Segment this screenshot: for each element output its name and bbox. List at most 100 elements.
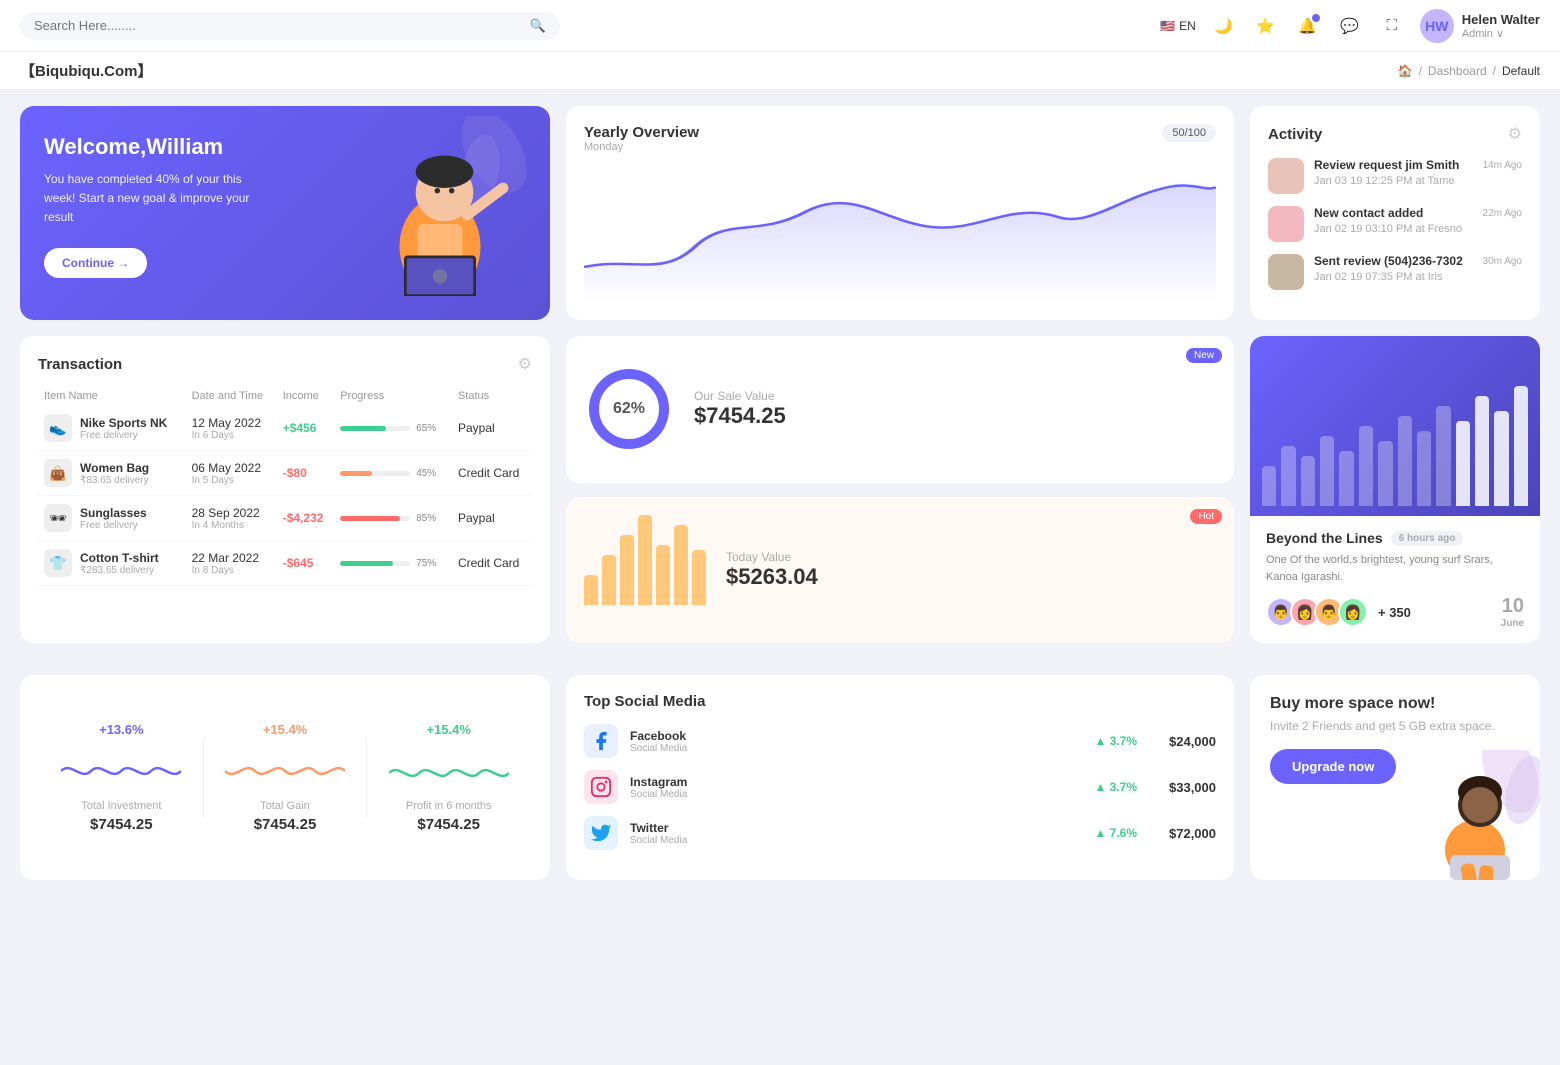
notification-bell[interactable]: 🔔: [1294, 12, 1322, 40]
today-bar: [602, 555, 616, 605]
beyond-desc: One Of the world,s brightest, young surf…: [1266, 552, 1524, 585]
today-badge: Hot: [1190, 509, 1222, 524]
stat-label: Profit in 6 months: [367, 800, 530, 812]
progress-label: 45%: [416, 468, 436, 479]
buy-desc: Invite 2 Friends and get 5 GB extra spac…: [1270, 719, 1520, 733]
beyond-bar: [1514, 386, 1528, 506]
social-list: Facebook Social Media ▲ 3.7% $24,000 Ins…: [584, 724, 1216, 850]
activity-settings-icon[interactable]: ⚙: [1508, 124, 1522, 144]
activity-list: Review request jim Smith Jan 03 19 12:25…: [1268, 158, 1522, 290]
beyond-card: Beyond the Lines 6 hours ago One Of the …: [1250, 336, 1540, 643]
breadcrumb-dashboard[interactable]: Dashboard: [1428, 64, 1487, 78]
beyond-bar: [1417, 431, 1431, 506]
income-cell: -$80: [277, 451, 334, 496]
social-growth: ▲ 7.6%: [699, 826, 1137, 840]
progress-fill: [340, 426, 386, 431]
transaction-settings-icon[interactable]: ⚙: [518, 354, 532, 374]
date-cell: 06 May 2022 In 5 Days: [186, 451, 277, 496]
sale-badge: New: [1186, 348, 1222, 363]
beyond-avatars: 👨 👩 👨 👩: [1266, 597, 1362, 627]
table-row: 👜 Women Bag ₹83.65 delivery 06 May 2022 …: [38, 451, 532, 496]
progress-cell: 45%: [334, 451, 452, 496]
social-item: Twitter Social Media ▲ 7.6% $72,000: [584, 816, 1216, 850]
yearly-badge: 50/100: [1162, 124, 1216, 142]
breadcrumb-sep1: /: [1419, 64, 1422, 78]
sale-cards: 62% Our Sale Value $7454.25 New Today Va…: [566, 336, 1234, 643]
star-icon[interactable]: ⭐: [1252, 12, 1280, 40]
stat-pct: +15.4%: [367, 722, 530, 737]
fullscreen-icon[interactable]: ⛶: [1378, 12, 1406, 40]
activity-title: Activity: [1268, 126, 1322, 143]
beyond-bar: [1320, 436, 1334, 506]
col-status: Status: [452, 386, 532, 406]
donut-label: 62%: [613, 400, 645, 418]
today-bar-chart: [584, 535, 706, 605]
transaction-thead: Item Name Date and Time Income Progress …: [38, 386, 532, 406]
social-title: Top Social Media: [584, 693, 1216, 710]
beyond-footer: 👨 👩 👨 👩 + 350 10 June: [1266, 595, 1524, 629]
beyond-bar: [1494, 411, 1508, 506]
continue-button[interactable]: Continue →: [44, 248, 147, 278]
item-icon: 👜: [44, 459, 72, 487]
upgrade-button[interactable]: Upgrade now: [1270, 749, 1396, 784]
activity-thumb: [1268, 206, 1304, 242]
social-sub: Social Media: [630, 835, 687, 846]
activity-item: Review request jim Smith Jan 03 19 12:25…: [1268, 158, 1522, 194]
progress-label: 65%: [416, 423, 436, 434]
main-grid: Welcome,William You have completed 40% o…: [0, 90, 1560, 675]
date-cell: 28 Sep 2022 In 4 Months: [186, 496, 277, 541]
item-date: 22 Mar 2022: [192, 551, 271, 565]
social-name: Instagram: [630, 775, 687, 789]
today-value-card: Today Value $5263.04 Hot: [566, 497, 1234, 644]
social-icon: [584, 724, 618, 758]
darkmode-toggle[interactable]: 🌙: [1210, 12, 1238, 40]
today-bar: [584, 575, 598, 605]
progress-fill: [340, 516, 400, 521]
beyond-chart: [1250, 336, 1540, 516]
beyond-bar: [1339, 451, 1353, 506]
social-sub: Social Media: [630, 743, 687, 754]
wavy-chart: [61, 753, 181, 789]
language-selector[interactable]: 🇺🇸 EN: [1160, 19, 1196, 33]
user-profile[interactable]: HW Helen Walter Admin ∨: [1420, 9, 1540, 43]
today-bar: [656, 545, 670, 605]
table-row: 🕶 Sunglasses Free delivery 28 Sep 2022 I…: [38, 496, 532, 541]
col-date: Date and Time: [186, 386, 277, 406]
yearly-title: Yearly Overview: [584, 124, 699, 141]
beyond-count: + 350: [1378, 605, 1411, 620]
user-role: Admin ∨: [1462, 27, 1540, 40]
stat-item: +13.6% Total Investment $7454.25: [40, 722, 203, 833]
welcome-illustration: [340, 116, 540, 296]
progress-label: 75%: [416, 558, 436, 569]
activity-item: Sent review (504)236-7302 Jan 02 19 07:3…: [1268, 254, 1522, 290]
yearly-sub: Monday: [584, 141, 699, 153]
yearly-overview-card: Yearly Overview Monday 50/100: [566, 106, 1234, 320]
beyond-bar: [1301, 456, 1315, 506]
activity-header: Activity ⚙: [1268, 124, 1522, 144]
avatar: HW: [1420, 9, 1454, 43]
beyond-title: Beyond the Lines 6 hours ago: [1266, 530, 1524, 546]
item-sub: ₹283.65 delivery: [80, 565, 159, 576]
activity-item-time: 30m Ago: [1483, 256, 1522, 267]
beyond-bar: [1378, 441, 1392, 506]
today-info: Today Value $5263.04: [726, 550, 818, 590]
col-progress: Progress: [334, 386, 452, 406]
wavy-chart: [389, 753, 509, 789]
beyond-bar: [1456, 421, 1470, 506]
topnav-right: 🇺🇸 EN 🌙 ⭐ 🔔 💬 ⛶ HW Helen Walter Admin ∨: [1160, 9, 1540, 43]
yearly-chart: [584, 167, 1216, 297]
social-name: Facebook: [630, 729, 687, 743]
transaction-table: Item Name Date and Time Income Progress …: [38, 386, 532, 586]
item-date-sub: In 5 Days: [192, 475, 271, 486]
breadcrumb-bar: 【Biqubiqu.Com】 🏠 / Dashboard / Default: [0, 52, 1560, 90]
beyond-info: Beyond the Lines 6 hours ago One Of the …: [1250, 516, 1540, 643]
income-cell: +$456: [277, 406, 334, 451]
search-bar[interactable]: 🔍: [20, 12, 560, 40]
avatar-4: 👩: [1338, 597, 1368, 627]
chat-icon[interactable]: 💬: [1336, 12, 1364, 40]
home-icon[interactable]: 🏠: [1398, 64, 1413, 78]
activity-item: New contact added Jan 02 19 03:10 PM at …: [1268, 206, 1522, 242]
today-bar: [620, 535, 634, 605]
breadcrumb: 🏠 / Dashboard / Default: [1398, 64, 1540, 78]
search-input[interactable]: [34, 18, 522, 33]
